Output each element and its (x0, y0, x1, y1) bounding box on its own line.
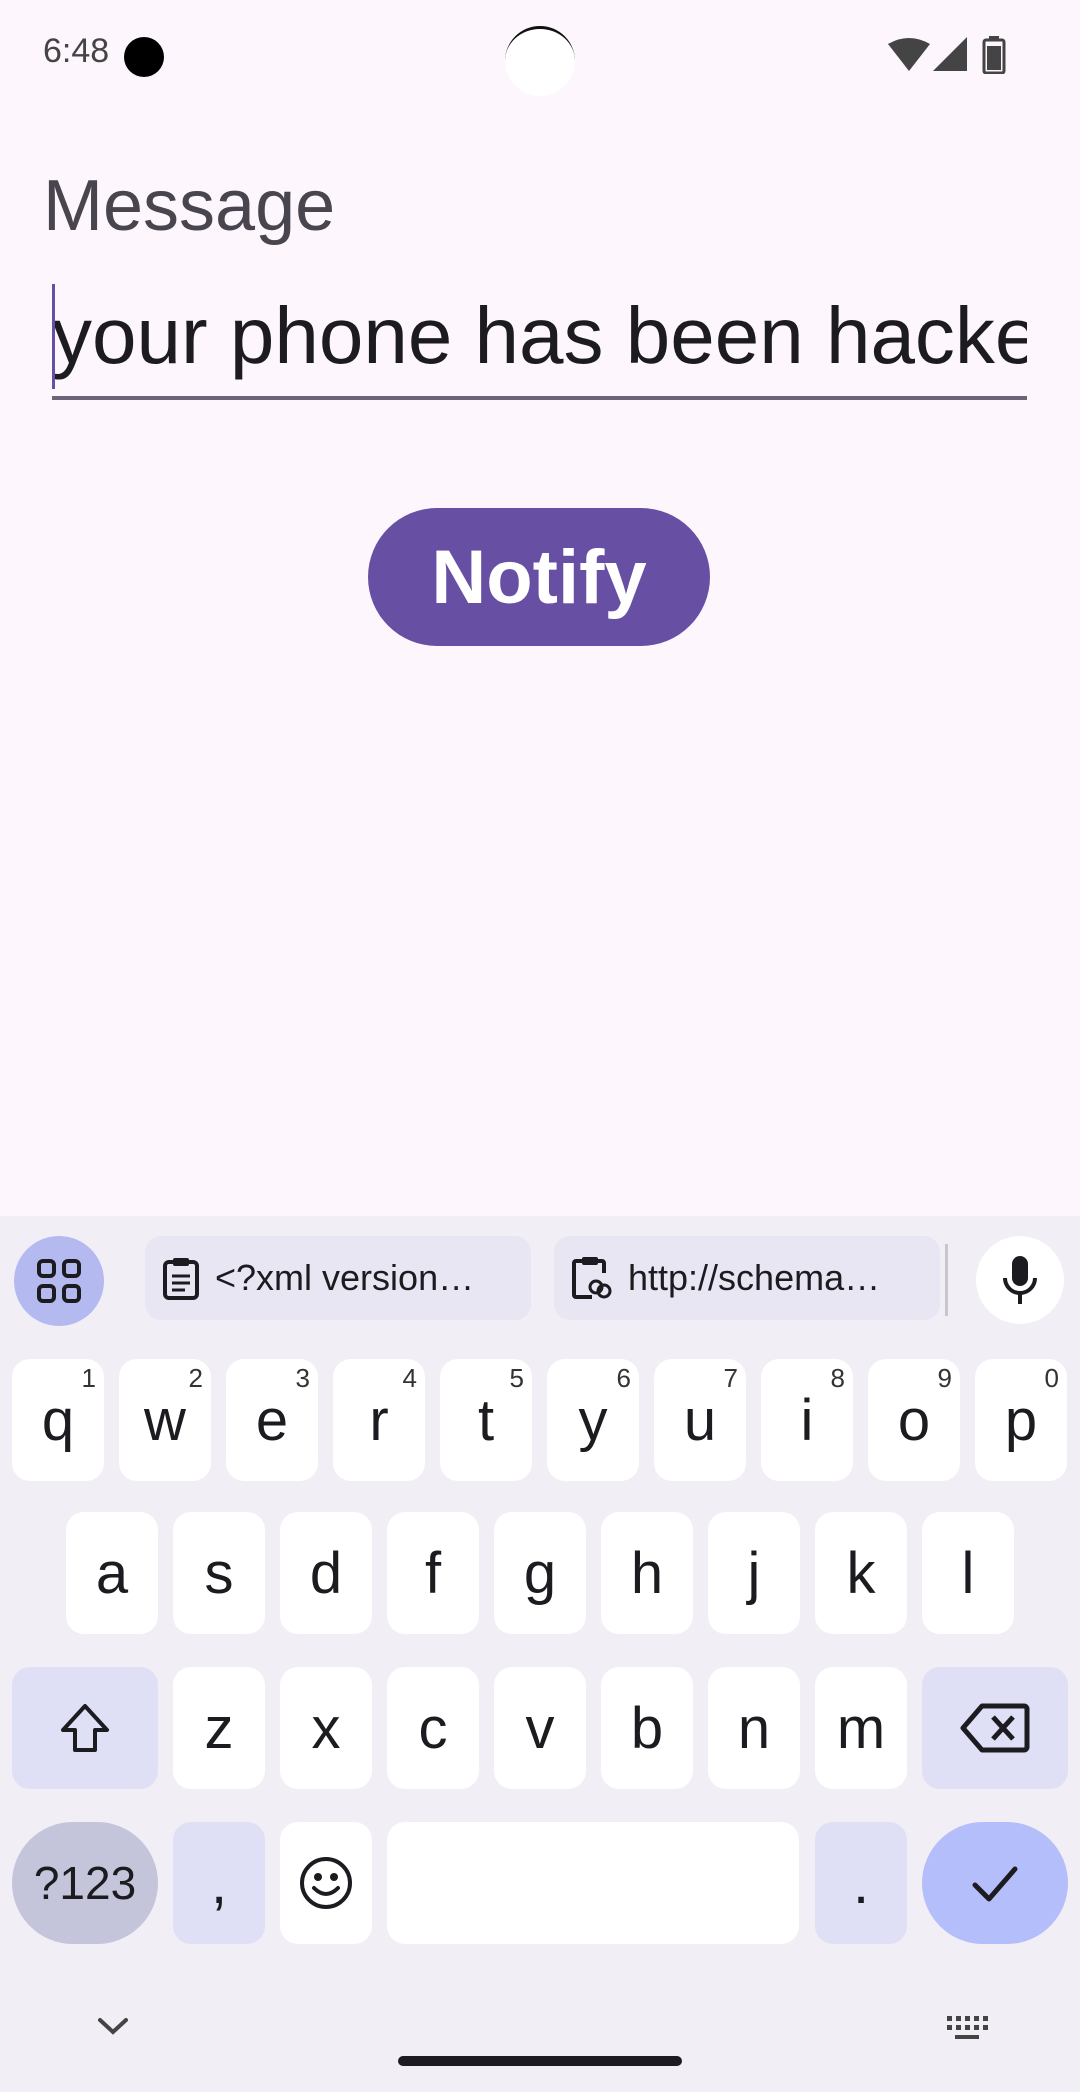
emoji-key[interactable] (280, 1822, 372, 1944)
key-c[interactable]: c (387, 1667, 479, 1789)
key-hint: 9 (937, 1363, 952, 1393)
wifi-icon (888, 38, 930, 76)
key-hint: 7 (723, 1363, 738, 1393)
voice-input-button[interactable] (976, 1236, 1064, 1324)
key-hint: 0 (1044, 1363, 1059, 1393)
key-h[interactable]: h (601, 1512, 693, 1634)
key-label: t (477, 1387, 495, 1453)
key-label: r (369, 1387, 389, 1453)
message-input-value: your phone has been hacked (52, 291, 1027, 380)
home-gesture-bar[interactable] (398, 2056, 682, 2066)
keyboard-icon (947, 2016, 988, 2039)
battery-icon (982, 36, 1006, 78)
key-hint: 4 (402, 1363, 417, 1393)
key-v[interactable]: v (494, 1667, 586, 1789)
key-q[interactable]: q1 (12, 1359, 104, 1481)
message-input[interactable]: your phone has been hacked (52, 280, 1027, 400)
clipboard-chip-xml[interactable]: <?xml version… (145, 1236, 531, 1320)
backspace-key[interactable] (922, 1667, 1068, 1789)
comma-key[interactable]: , (173, 1822, 265, 1944)
key-k[interactable]: k (815, 1512, 907, 1634)
notify-button[interactable]: Notify (368, 508, 710, 646)
soft-keyboard: <?xml version… http://schema… q1 w2 e3 r… (0, 1216, 1080, 2092)
shift-key[interactable] (12, 1667, 158, 1789)
microphone-icon (1003, 1256, 1037, 1304)
collapse-keyboard-button[interactable] (96, 2014, 130, 2042)
key-i[interactable]: i8 (761, 1359, 853, 1481)
toolbar-divider (945, 1244, 948, 1316)
key-hint: 3 (295, 1363, 310, 1393)
clipboard-chip-text: <?xml version… (215, 1257, 475, 1298)
grid-icon (37, 1259, 81, 1303)
key-j[interactable]: j (708, 1512, 800, 1634)
space-key[interactable] (387, 1822, 799, 1944)
key-label: e (255, 1387, 289, 1453)
key-label: y (578, 1387, 608, 1453)
key-label: p (1004, 1387, 1038, 1453)
switch-keyboard-button[interactable] (945, 2014, 989, 2048)
notification-dot-icon (124, 37, 164, 77)
key-d[interactable]: d (280, 1512, 372, 1634)
key-hint: 8 (830, 1363, 845, 1393)
key-m[interactable]: m (815, 1667, 907, 1789)
signal-icon (933, 37, 967, 75)
navigation-area (0, 1974, 1080, 2092)
emoji-icon (300, 1857, 352, 1909)
key-p[interactable]: p0 (975, 1359, 1067, 1481)
key-e[interactable]: e3 (226, 1359, 318, 1481)
clipboard-link-icon (572, 1257, 612, 1299)
key-n[interactable]: n (708, 1667, 800, 1789)
chevron-down-icon (98, 2018, 128, 2035)
text-caret (52, 284, 55, 389)
key-x[interactable]: x (280, 1667, 372, 1789)
key-s[interactable]: s (173, 1512, 265, 1634)
key-u[interactable]: u7 (654, 1359, 746, 1481)
key-f[interactable]: f (387, 1512, 479, 1634)
key-z[interactable]: z (173, 1667, 265, 1789)
keyboard-toolbar: <?xml version… http://schema… (0, 1216, 1080, 1344)
key-o[interactable]: o9 (868, 1359, 960, 1481)
camera-cutout (505, 26, 575, 96)
done-key[interactable] (922, 1822, 1068, 1944)
key-hint: 1 (81, 1363, 96, 1393)
key-label: q (41, 1387, 75, 1453)
key-hint: 2 (188, 1363, 203, 1393)
backspace-icon (960, 1703, 1030, 1753)
key-label: w (144, 1387, 186, 1453)
symbols-key[interactable]: ?123 (12, 1822, 158, 1944)
key-l[interactable]: l (922, 1512, 1014, 1634)
keyboard-apps-button[interactable] (14, 1236, 104, 1326)
status-bar: 6:48 (0, 0, 1080, 110)
checkmark-icon (972, 1866, 1018, 1902)
key-g[interactable]: g (494, 1512, 586, 1634)
key-label: u (683, 1387, 717, 1453)
key-y[interactable]: y6 (547, 1359, 639, 1481)
clipboard-chip-link[interactable]: http://schema… (554, 1236, 940, 1320)
message-label: Message (43, 166, 336, 246)
status-time: 6:48 (43, 32, 110, 70)
clipboard-chip-text: http://schema… (628, 1257, 881, 1298)
key-w[interactable]: w2 (119, 1359, 211, 1481)
key-b[interactable]: b (601, 1667, 693, 1789)
clipboard-icon (163, 1258, 199, 1300)
key-label: i (800, 1387, 814, 1453)
period-key[interactable]: . (815, 1822, 907, 1944)
key-hint: 5 (509, 1363, 524, 1393)
key-t[interactable]: t5 (440, 1359, 532, 1481)
key-label: o (897, 1387, 931, 1453)
key-a[interactable]: a (66, 1512, 158, 1634)
key-hint: 6 (616, 1363, 631, 1393)
shift-icon (61, 1704, 109, 1752)
key-r[interactable]: r4 (333, 1359, 425, 1481)
